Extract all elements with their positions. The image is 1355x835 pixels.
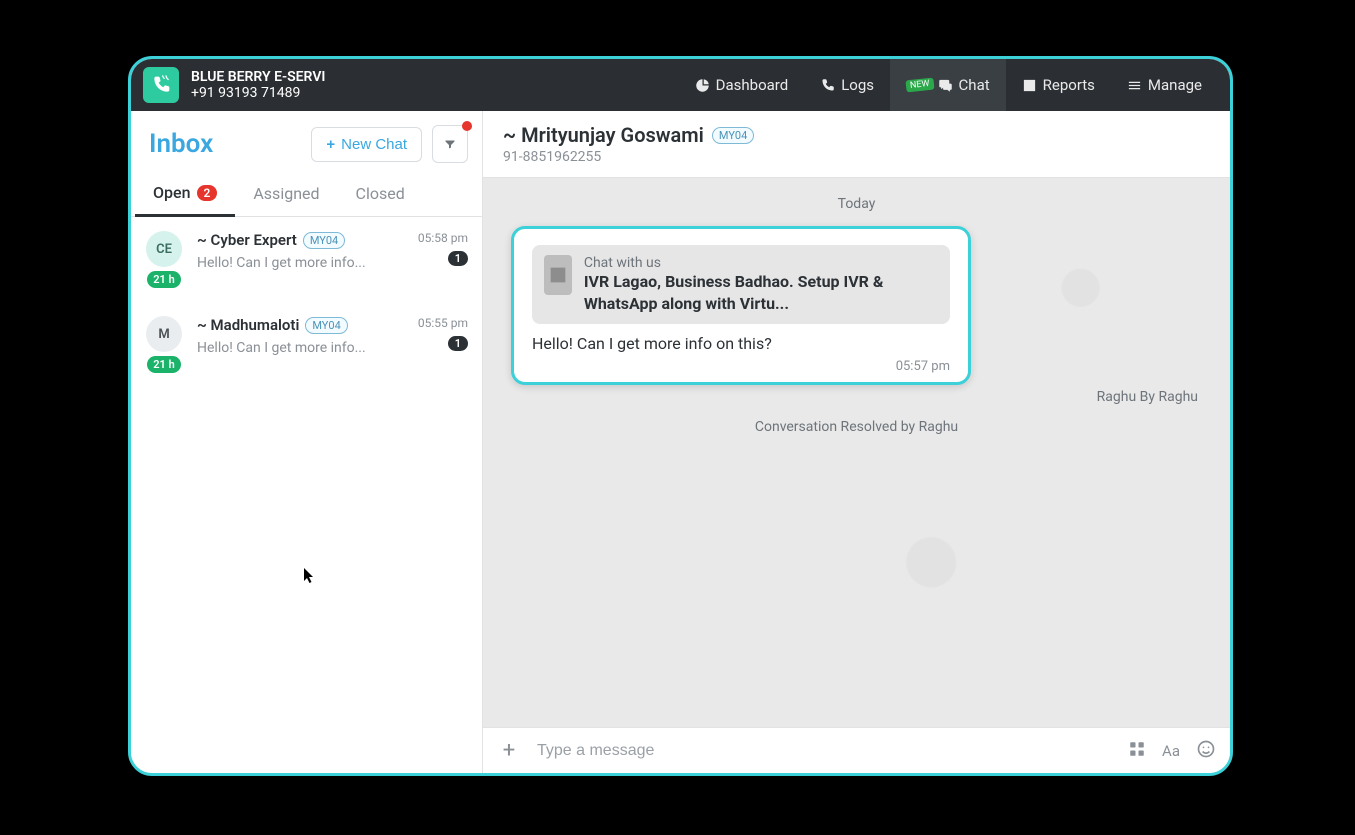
conversation-title: ~ Cyber Expert [197, 231, 297, 249]
avatar: CE [146, 231, 182, 267]
age-pill: 21 h [147, 271, 180, 288]
conversation-item[interactable]: CE 21 h ~ Cyber Expert MY04 Hello! Can I… [131, 217, 482, 302]
brand-logo [143, 67, 179, 103]
new-badge: NEW [905, 78, 934, 93]
nav-logs[interactable]: Logs [804, 59, 890, 111]
nav-reports[interactable]: Reports [1006, 59, 1111, 111]
bar-chart-icon [1022, 78, 1037, 93]
topbar: BLUE BERRY E-SERVI +91 93193 71489 Dashb… [131, 59, 1230, 111]
inbox-title: Inbox [149, 129, 301, 159]
brand-block: BLUE BERRY E-SERVI +91 93193 71489 [191, 69, 325, 101]
app-frame: BLUE BERRY E-SERVI +91 93193 71489 Dashb… [128, 56, 1233, 776]
chat-contact-name: ~ Mrityunjay Goswami [503, 123, 704, 147]
emoji-button[interactable] [1196, 739, 1216, 763]
tab-closed[interactable]: Closed [338, 173, 423, 216]
assignment-line: Raghu By Raghu [515, 389, 1198, 405]
nav-manage[interactable]: Manage [1111, 59, 1218, 111]
phone-icon [820, 78, 835, 93]
tab-open[interactable]: Open 2 [135, 173, 235, 217]
conversation-time: 05:55 pm [418, 316, 468, 330]
tag-pill: MY04 [305, 317, 347, 334]
inbox-header: Inbox + New Chat [131, 111, 482, 173]
text-format-button[interactable]: Aa [1162, 742, 1180, 760]
attach-button[interactable]: + [497, 738, 521, 763]
avatar: M [146, 316, 182, 352]
chat-header: ~ Mrityunjay Goswami MY04 91-8851962255 [483, 111, 1230, 178]
brand-name: BLUE BERRY E-SERVI [191, 69, 325, 85]
message-text: Hello! Can I get more info on this? [532, 334, 950, 353]
notification-dot [462, 121, 472, 131]
unread-count: 1 [448, 251, 468, 266]
filter-icon [443, 138, 457, 150]
apps-icon[interactable] [1128, 740, 1146, 762]
date-separator: Today [511, 196, 1202, 212]
reply-body: IVR Lagao, Business Badhao. Setup IVR & … [584, 271, 938, 314]
unread-count: 1 [448, 336, 468, 351]
chat-icon [938, 78, 953, 93]
nav-dashboard[interactable]: Dashboard [679, 59, 805, 111]
message-input[interactable] [537, 742, 1112, 760]
filter-button[interactable] [432, 125, 468, 163]
image-placeholder-icon [544, 255, 572, 295]
age-pill: 21 h [147, 356, 180, 373]
pie-chart-icon [695, 78, 710, 93]
chat-contact-phone: 91-8851962255 [503, 149, 754, 165]
conversation-title: ~ Madhumaloti [197, 316, 299, 334]
resolved-line: Conversation Resolved by Raghu [511, 419, 1202, 435]
tab-assigned[interactable]: Assigned [235, 173, 337, 216]
brand-phone: +91 93193 71489 [191, 85, 325, 101]
nav-chat[interactable]: NEW Chat [890, 59, 1006, 111]
inbox-tabs: Open 2 Assigned Closed [131, 173, 482, 217]
tag-pill: MY04 [303, 232, 345, 249]
reply-header: Chat with us [584, 255, 938, 271]
reply-reference-card: Chat with us IVR Lagao, Business Badhao.… [532, 245, 950, 324]
body-split: Inbox + New Chat Open 2 Assigned [131, 111, 1230, 773]
chat-main: ~ Mrityunjay Goswami MY04 91-8851962255 … [483, 111, 1230, 773]
message-composer: + Aa [483, 727, 1230, 773]
conversation-list: CE 21 h ~ Cyber Expert MY04 Hello! Can I… [131, 217, 482, 773]
conversation-item[interactable]: M 21 h ~ Madhumaloti MY04 Hello! Can I g… [131, 302, 482, 387]
plus-icon: + [326, 136, 335, 153]
cursor-icon [303, 567, 315, 585]
conversation-preview: Hello! Can I get more info... [197, 340, 408, 356]
phone-ring-icon [151, 75, 171, 95]
open-count-badge: 2 [197, 185, 218, 201]
chat-body: Today Chat with us IVR Lagao, Business B… [483, 178, 1230, 727]
new-chat-button[interactable]: + New Chat [311, 127, 422, 162]
conversation-time: 05:58 pm [418, 231, 468, 245]
sidebar: Inbox + New Chat Open 2 Assigned [131, 111, 483, 773]
hamburger-icon [1127, 78, 1142, 93]
message-time: 05:57 pm [532, 359, 950, 374]
chat-contact-tag: MY04 [712, 127, 754, 144]
incoming-message[interactable]: Chat with us IVR Lagao, Business Badhao.… [511, 226, 971, 385]
top-nav: Dashboard Logs NEW Chat Reports Manage [679, 59, 1218, 111]
conversation-preview: Hello! Can I get more info... [197, 255, 408, 271]
